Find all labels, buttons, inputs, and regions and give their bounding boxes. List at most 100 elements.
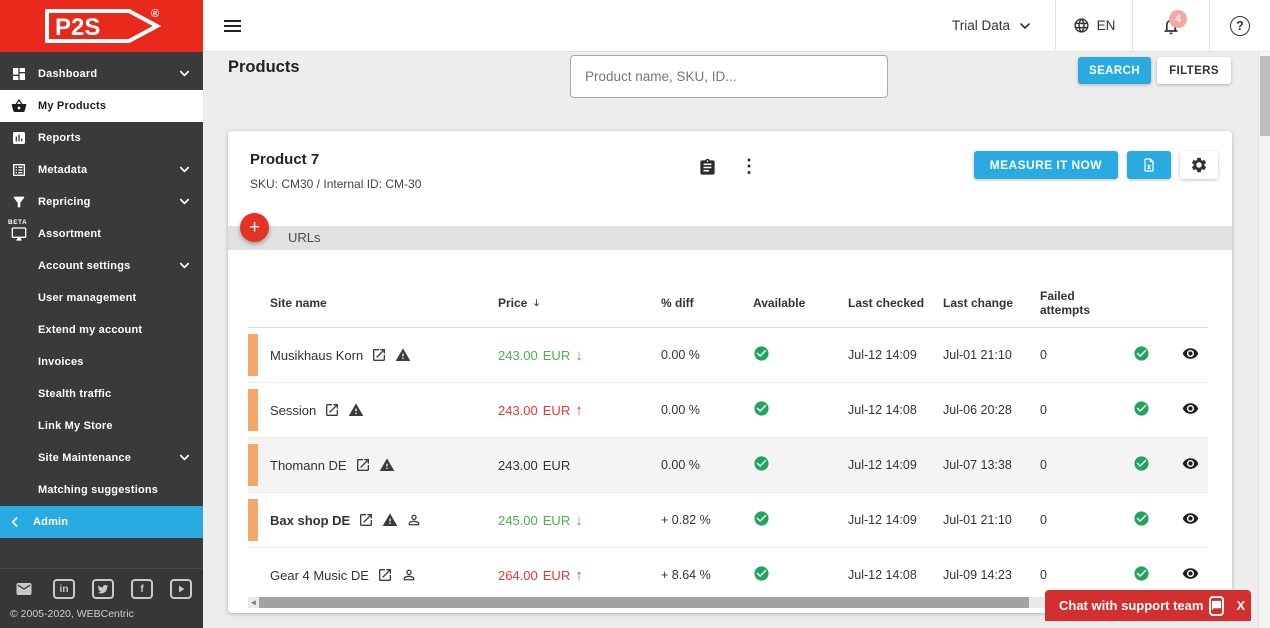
status-ok-icon [1133,565,1150,582]
app-root: P2S ® Dashboard My Products Reports Metadat… [0,0,1270,628]
eye-icon[interactable] [1182,510,1199,527]
brand-logo[interactable]: P2S ® [0,0,203,52]
site-name: Thomann DE [270,457,347,473]
add-url-button[interactable]: + [240,213,269,242]
horizontal-scroll-thumb[interactable] [259,597,1029,608]
chevron-down-icon [177,194,193,210]
settings-button[interactable] [1180,151,1218,179]
copyright: © 2005-2020, WEBCentric [10,608,134,620]
eye-icon[interactable] [1182,400,1199,417]
open-in-new-icon[interactable] [371,347,387,363]
site-cell: Session [248,402,490,418]
vertical-scrollbar[interactable] [1258,52,1270,628]
sidebar-item-admin[interactable]: Admin [0,506,203,538]
sidebar-item-matching-suggestions[interactable]: Matching suggestions [0,474,203,506]
available-cell [745,400,840,420]
warning-icon[interactable] [395,347,411,363]
site-cell: Gear 4 Music DE [248,567,490,583]
status-ok-icon [1133,510,1150,527]
row-accent-bar [248,389,258,431]
table-row: Session 243.00 EUR ↑ 0.00 % Jul-12 14:08 Jul-0… [248,383,1208,438]
twitter-icon[interactable] [92,579,114,599]
warning-icon[interactable] [382,512,398,528]
open-in-new-icon[interactable] [324,402,340,418]
sidebar-item-label: Reports [38,132,81,144]
sidebar-item-label: Site Maintenance [38,452,132,464]
available-cell [745,455,840,475]
social-links: in f [10,579,193,599]
table-header-row: Site name Price % diff Available Last checke… [248,278,1208,328]
sidebar-item-my-products[interactable]: My Products [0,90,203,122]
currency-label: EUR [542,402,571,418]
available-check-icon [753,345,770,362]
price-value: 243.00 [498,347,538,363]
open-in-new-icon[interactable] [377,567,393,583]
sidebar-item-site-maintenance[interactable]: Site Maintenance [0,442,203,474]
view-cell [1162,565,1208,585]
filters-button[interactable]: FILTERS [1157,57,1231,84]
youtube-icon[interactable] [170,579,192,599]
open-in-new-icon[interactable] [355,457,371,473]
sidebar-item-account-settings[interactable]: Account settings [0,250,203,282]
sidebar-item-invoices[interactable]: Invoices [0,346,203,378]
chevron-down-icon [177,450,193,466]
chevron-down-icon [177,66,193,82]
column-header-price[interactable]: Price [490,296,653,310]
site-cell: Musikhaus Korn [248,347,490,363]
eye-icon[interactable] [1182,345,1199,362]
warning-icon[interactable] [348,402,364,418]
monitor-icon: BETA [8,219,27,243]
facebook-icon[interactable]: f [131,579,153,599]
available-check-icon [753,455,770,472]
person-icon[interactable] [401,567,417,583]
last-change-cell: Jul-06 20:28 [943,403,1012,417]
sidebar-item-repricing[interactable]: Repricing [0,186,203,218]
export-excel-button[interactable] [1127,151,1171,179]
sidebar: P2S ® Dashboard My Products Reports Metadat… [0,0,203,628]
search-input[interactable] [570,55,888,98]
available-check-icon [753,565,770,582]
price-value: 264.00 [498,567,538,583]
linkedin-icon[interactable]: in [53,579,75,599]
account-selector[interactable]: Trial Data [942,0,1055,51]
kebab-menu-icon[interactable]: ⋮ [740,156,758,177]
person-icon[interactable] [406,512,422,528]
column-header-last-change: Last change [943,295,1014,310]
hamburger-menu-icon[interactable] [203,0,263,51]
measure-it-now-button[interactable]: MEASURE IT NOW [973,151,1118,179]
diff-cell: 0.00 % [661,458,700,472]
chat-close-button[interactable]: X [1232,598,1249,613]
sidebar-item-link-my-store[interactable]: Link My Store [0,410,203,442]
currency-label: EUR [542,347,571,363]
help-button[interactable]: ? [1209,0,1270,51]
sidebar-item-extend-my-account[interactable]: Extend my account [0,314,203,346]
sidebar-item-metadata[interactable]: Metadata [0,154,203,186]
search-button[interactable]: SEARCH [1078,57,1151,84]
diff-cell: 0.00 % [661,403,700,417]
sidebar-item-dashboard[interactable]: Dashboard [0,58,203,90]
sidebar-item-reports[interactable]: Reports [0,122,203,154]
chat-with-support-bar[interactable]: Chat with support team X [1045,590,1251,621]
clipboard-icon[interactable] [698,158,717,180]
bar-chart-icon [10,130,27,147]
chevron-down-icon [1017,18,1033,34]
sidebar-item-user-management[interactable]: User management [0,282,203,314]
product-name: Product 7 [250,151,320,168]
vertical-scroll-thumb[interactable] [1260,56,1270,136]
email-icon[interactable] [12,579,36,599]
sidebar-item-stealth-traffic[interactable]: Stealth traffic [0,378,203,410]
sidebar-item-assortment[interactable]: BETA Assortment [0,218,203,250]
diff-cell: + 0.82 % [661,513,711,527]
open-in-new-icon[interactable] [358,512,374,528]
row-accent-bar [248,444,258,486]
eye-icon[interactable] [1182,455,1199,472]
sidebar-item-label: Extend my account [38,324,143,336]
scroll-left-arrow-icon[interactable]: ◄ [248,598,259,607]
eye-icon[interactable] [1182,565,1199,582]
language-selector[interactable]: EN [1055,0,1132,51]
sidebar-item-label: Account settings [38,260,131,272]
sidebar-item-label: User management [38,292,137,304]
notifications-button[interactable]: 4 [1132,0,1209,51]
currency-label: EUR [542,567,571,583]
warning-icon[interactable] [379,457,395,473]
